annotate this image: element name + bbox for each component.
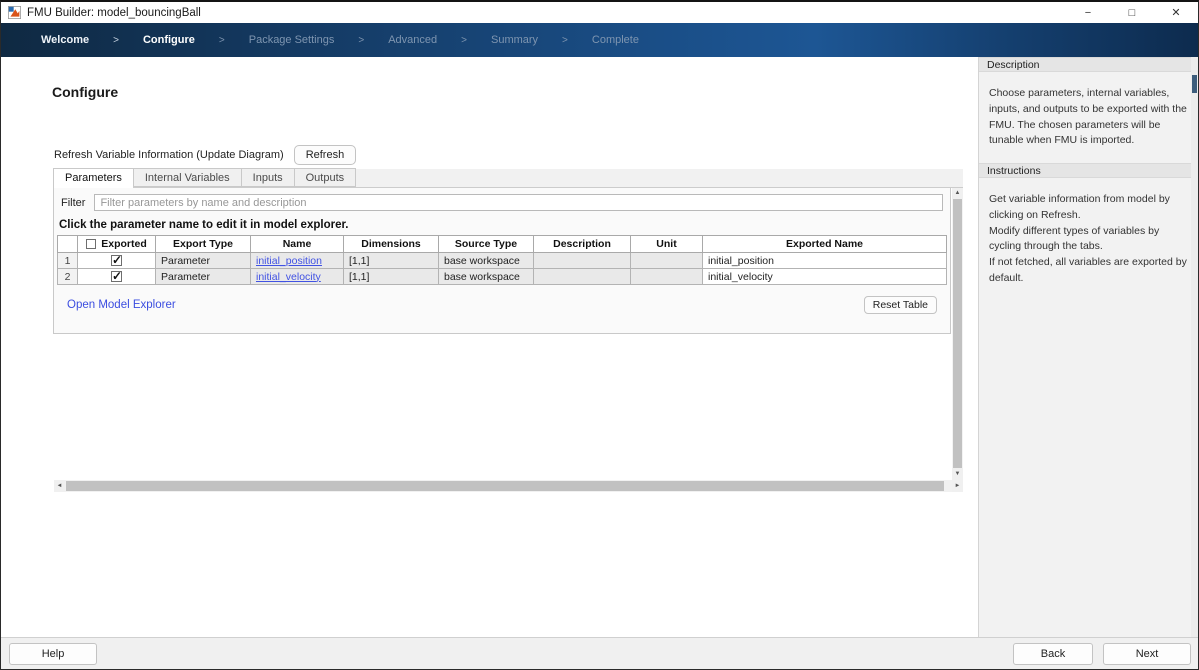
vertical-scrollbar[interactable]: ▲ ▼: [952, 188, 963, 481]
back-button[interactable]: Back: [1013, 643, 1093, 665]
tab-outputs[interactable]: Outputs: [294, 168, 357, 187]
col-dimensions: Dimensions: [344, 236, 439, 253]
horizontal-scroll-thumb[interactable]: [66, 481, 944, 491]
title-bar: FMU Builder: model_bouncingBall − □ ✕: [1, 2, 1198, 23]
col-unit: Unit: [631, 236, 703, 253]
exported-cell: [78, 269, 156, 285]
instruction-line: Modify different types of variables by c…: [989, 224, 1188, 256]
wizard-step-configure[interactable]: Configure: [143, 34, 195, 46]
reset-table-button[interactable]: Reset Table: [864, 296, 937, 314]
export-type-cell: Parameter: [156, 253, 251, 269]
param-name-link[interactable]: initial_position: [256, 255, 322, 267]
configure-pane: Configure Refresh Variable Information (…: [1, 57, 979, 637]
col-exported-name: Exported Name: [703, 236, 947, 253]
minimize-button[interactable]: −: [1066, 2, 1110, 23]
app-icon: [8, 6, 21, 19]
param-name-link[interactable]: initial_velocity: [256, 271, 321, 283]
instruction-line: If not fetched, all variables are export…: [989, 255, 1188, 287]
select-all-checkbox[interactable]: [86, 239, 96, 249]
page-title: Configure: [52, 84, 118, 100]
dimensions-cell: [1,1]: [344, 253, 439, 269]
maximize-button[interactable]: □: [1110, 2, 1154, 23]
refresh-label: Refresh Variable Information (Update Dia…: [54, 149, 284, 161]
open-model-explorer-link[interactable]: Open Model Explorer: [67, 299, 176, 311]
table-row: 2 Parameter initial_velocity [1,1] base …: [58, 269, 947, 285]
close-button[interactable]: ✕: [1154, 2, 1198, 23]
table-row: 1 Parameter initial_position [1,1] base …: [58, 253, 947, 269]
refresh-button[interactable]: Refresh: [294, 145, 357, 165]
table-hint: Click the parameter name to edit it in m…: [59, 219, 945, 231]
col-name: Name: [251, 236, 344, 253]
col-description: Description: [534, 236, 631, 253]
wizard-step-advanced[interactable]: Advanced: [388, 34, 437, 46]
export-type-cell: Parameter: [156, 269, 251, 285]
dimensions-cell: [1,1]: [344, 269, 439, 285]
col-exported: Exported: [78, 236, 156, 253]
tab-internal-variables[interactable]: Internal Variables: [133, 168, 241, 187]
source-type-cell: base workspace: [439, 253, 534, 269]
exported-checkbox[interactable]: [111, 255, 122, 266]
instructions-text: Get variable information from model by c…: [979, 178, 1198, 301]
description-header: Description: [979, 57, 1198, 72]
window-controls: − □ ✕: [1066, 2, 1198, 23]
table-header-row: Exported Export Type Name Dimensions Sou…: [58, 236, 947, 253]
vertical-scroll-thumb[interactable]: [953, 199, 962, 468]
unit-cell: [631, 269, 703, 285]
chevron-separator-icon: >: [219, 35, 225, 46]
exported-name-cell[interactable]: initial_position: [703, 253, 947, 269]
col-row-index: [58, 236, 78, 253]
filter-input[interactable]: [94, 194, 943, 211]
help-sidebar: Description Choose parameters, internal …: [979, 57, 1198, 637]
scroll-left-icon[interactable]: ◄: [54, 480, 65, 492]
variable-tabs: Parameters Internal Variables Inputs Out…: [53, 169, 963, 188]
chevron-separator-icon: >: [113, 35, 119, 46]
scroll-up-icon[interactable]: ▲: [952, 188, 963, 199]
row-index: 1: [58, 253, 78, 269]
description-cell: [534, 253, 631, 269]
sidebar-scroll-thumb[interactable]: [1192, 75, 1197, 93]
footer-bar: Help Back Next: [1, 637, 1198, 670]
parameters-panel: Filter Click the parameter name to edit …: [53, 188, 951, 334]
wizard-step-package-settings[interactable]: Package Settings: [249, 34, 335, 46]
unit-cell: [631, 253, 703, 269]
description-text: Choose parameters, internal variables, i…: [979, 72, 1198, 163]
sidebar-scrollbar[interactable]: [1191, 57, 1198, 637]
tab-inputs[interactable]: Inputs: [241, 168, 294, 187]
col-export-type: Export Type: [156, 236, 251, 253]
next-button[interactable]: Next: [1103, 643, 1191, 665]
wizard-step-welcome[interactable]: Welcome: [41, 34, 89, 46]
exported-checkbox[interactable]: [111, 271, 122, 282]
exported-cell: [78, 253, 156, 269]
tab-parameters[interactable]: Parameters: [53, 168, 133, 188]
description-cell: [534, 269, 631, 285]
col-source-type: Source Type: [439, 236, 534, 253]
exported-name-cell[interactable]: initial_velocity: [703, 269, 947, 285]
fmu-builder-window: FMU Builder: model_bouncingBall − □ ✕ We…: [0, 0, 1199, 670]
parameters-table: Exported Export Type Name Dimensions Sou…: [57, 235, 947, 285]
filter-label: Filter: [61, 197, 85, 209]
instructions-header: Instructions: [979, 163, 1198, 178]
wizard-step-summary[interactable]: Summary: [491, 34, 538, 46]
window-title: FMU Builder: model_bouncingBall: [27, 7, 201, 19]
wizard-nav: Welcome > Configure > Package Settings >…: [1, 23, 1198, 57]
chevron-separator-icon: >: [562, 35, 568, 46]
instruction-line: Get variable information from model by c…: [989, 192, 1188, 224]
help-button[interactable]: Help: [9, 643, 97, 665]
wizard-step-complete[interactable]: Complete: [592, 34, 639, 46]
scroll-right-icon[interactable]: ►: [952, 480, 963, 492]
chevron-separator-icon: >: [461, 35, 467, 46]
source-type-cell: base workspace: [439, 269, 534, 285]
horizontal-scrollbar[interactable]: ◄ ►: [54, 480, 963, 492]
row-index: 2: [58, 269, 78, 285]
chevron-separator-icon: >: [358, 35, 364, 46]
